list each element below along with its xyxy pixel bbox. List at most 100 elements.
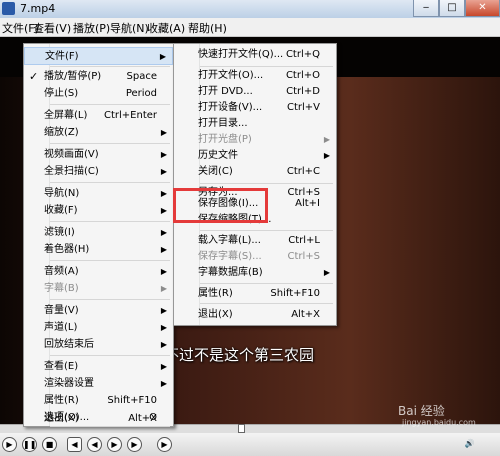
close-button[interactable]: ✕ (465, 0, 500, 17)
maximize-icon: □ (447, 2, 457, 13)
chevron-right-icon: ▶ (160, 284, 167, 293)
menu-favorites[interactable]: 收藏(A) (147, 20, 185, 36)
menu-item-3[interactable]: 全屏幕(L) Ctrl+Enter (24, 107, 173, 125)
menu-item-8[interactable]: 收藏(F) ▶ (24, 202, 173, 220)
context-menu: 文件(F) ▶ ✓ 播放/暂停(P) Space 停止(S) Period 全屏幕(L) Ctr… (23, 43, 174, 427)
menu-item-7[interactable]: 导航(N) ▶ (24, 185, 173, 203)
frame-step-button[interactable]: ▶ (157, 437, 172, 452)
submenu-item-shortcut: Ctrl+Q (285, 49, 320, 60)
rewind-icon: ◀ (91, 440, 98, 449)
close-icon: ✕ (478, 2, 487, 13)
menu-item-label: 字幕(B) (44, 283, 79, 294)
menu-item-shortcut: Period (125, 88, 157, 99)
menu-item-0[interactable]: 文件(F) ▶ (24, 47, 173, 65)
menu-item-label: 回放结束后 (44, 339, 94, 350)
menu-item-11[interactable]: 音频(A) ▶ (24, 263, 173, 281)
chevron-right-icon: ▶ (160, 362, 167, 371)
menu-item-label: 声道(L) (44, 322, 78, 333)
menu-separator (50, 221, 170, 222)
pause-button[interactable]: ❚❚ (22, 437, 37, 452)
submenu-item-7[interactable]: 关闭(C) Ctrl+C (174, 163, 336, 181)
control-bar: ▶ ❚❚ ■ ◀ ◀ ▶ ▶ ▶ 🔊 (0, 433, 500, 456)
volume-button[interactable]: 🔊 (462, 437, 477, 452)
watermark-url: jingyan.baidu.com (402, 418, 476, 427)
menu-item-10[interactable]: 着色器(H) ▶ (24, 241, 173, 259)
submenu-item-label: 字幕数据库(B) (198, 267, 263, 278)
video-subtitle: 不过不是这个第三农园 (164, 346, 315, 364)
chevron-right-icon: ▶ (160, 167, 167, 176)
submenu-item-13[interactable]: 字幕数据库(B) ▶ (174, 264, 336, 282)
watermark-logo: Bai 经验 (398, 404, 445, 418)
play-button[interactable]: ▶ (2, 437, 17, 452)
menu-item-label: 音频(A) (44, 266, 79, 277)
menu-item-13[interactable]: 音量(V) ▶ (24, 302, 173, 320)
stop-icon: ■ (45, 440, 54, 449)
skip-back-icon: ◀ (71, 440, 78, 449)
chevron-right-icon: ▶ (160, 340, 167, 349)
previous-button[interactable]: ◀ (67, 437, 82, 452)
menu-separator (50, 104, 170, 105)
forward-icon: ▶ (111, 440, 118, 449)
check-icon: ✓ (29, 70, 39, 83)
menu-separator (50, 299, 170, 300)
menu-item-label: 退出(X) (44, 413, 79, 424)
pause-icon: ❚❚ (23, 440, 37, 449)
menu-item-label: 音量(V) (44, 305, 79, 316)
menu-item-20[interactable]: 退出(X) Alt+X (24, 410, 173, 428)
menu-navigate[interactable]: 导航(N) (110, 20, 149, 36)
menu-item-1[interactable]: ✓ 播放/暂停(P) Space (24, 68, 173, 86)
menu-item-6[interactable]: 全景扫描(C) ▶ (24, 163, 173, 181)
skip-forward-icon: ▶ (131, 440, 138, 449)
menu-item-16[interactable]: 查看(E) ▶ (24, 358, 173, 376)
menu-item-shortcut: Alt+X (128, 413, 157, 424)
file-submenu: 快速打开文件(Q)... Ctrl+Q 打开文件(O)... Ctrl+O 打开 DVD… (173, 43, 337, 326)
menu-item-label: 全景扫描(C) (44, 166, 99, 177)
minimize-icon: ‒ (422, 2, 430, 13)
chevron-right-icon: ▶ (160, 128, 167, 137)
chevron-right-icon: ▶ (160, 228, 167, 237)
menu-item-label: 视频画面(V) (44, 149, 99, 160)
menu-item-label: 文件(F) (45, 51, 79, 62)
menu-item-label: 属性(R) (44, 395, 79, 406)
chevron-right-icon: ▶ (159, 52, 166, 61)
menu-item-9[interactable]: 滤镜(I) ▶ (24, 224, 173, 242)
submenu-item-shortcut: Ctrl+C (286, 166, 320, 177)
chevron-right-icon: ▶ (160, 245, 167, 254)
submenu-separator (200, 303, 333, 304)
menu-separator (50, 66, 170, 67)
menu-item-2[interactable]: 停止(S) Period (24, 85, 173, 103)
maximize-button[interactable]: □ (439, 0, 465, 17)
rewind-button[interactable]: ◀ (87, 437, 102, 452)
submenu-item-0[interactable]: 快速打开文件(Q)... Ctrl+Q (174, 46, 336, 64)
menu-item-5[interactable]: 视频画面(V) ▶ (24, 146, 173, 164)
submenu-item-14[interactable]: 属性(R) Shift+F10 (174, 285, 336, 303)
submenu-item-15[interactable]: 退出(X) Alt+X (174, 306, 336, 324)
menu-separator (50, 143, 170, 144)
chevron-right-icon: ▶ (160, 150, 167, 159)
menu-item-14[interactable]: 声道(L) ▶ (24, 319, 173, 337)
menu-help[interactable]: 帮助(H) (188, 20, 227, 36)
next-button[interactable]: ▶ (127, 437, 142, 452)
chevron-right-icon: ▶ (160, 189, 167, 198)
menu-item-label: 渲染器设置 (44, 378, 94, 389)
menu-separator (50, 182, 170, 183)
menu-item-label: 缩放(Z) (44, 127, 79, 138)
minimize-button[interactable]: ‒ (413, 0, 439, 17)
menu-item-15[interactable]: 回放结束后 ▶ (24, 336, 173, 354)
menu-item-4[interactable]: 缩放(Z) ▶ (24, 124, 173, 142)
forward-button[interactable]: ▶ (107, 437, 122, 452)
menu-item-12: 字幕(B) ▶ (24, 280, 173, 298)
menu-item-label: 停止(S) (44, 88, 79, 99)
menu-item-label: 收藏(F) (44, 205, 78, 216)
menu-view[interactable]: 查看(V) (33, 20, 71, 36)
menu-item-17[interactable]: 渲染器设置 ▶ (24, 375, 173, 393)
menu-play[interactable]: 播放(P) (73, 20, 110, 36)
menu-item-label: 全屏幕(L) (44, 110, 88, 121)
menu-item-18[interactable]: 属性(R) Shift+F10 (24, 392, 173, 410)
menu-item-shortcut: Shift+F10 (107, 395, 157, 406)
play-icon: ▶ (6, 440, 13, 449)
chevron-right-icon: ▶ (160, 267, 167, 276)
submenu-item-shortcut: Alt+X (291, 309, 320, 320)
seek-thumb[interactable] (238, 424, 245, 433)
stop-button[interactable]: ■ (42, 437, 57, 452)
